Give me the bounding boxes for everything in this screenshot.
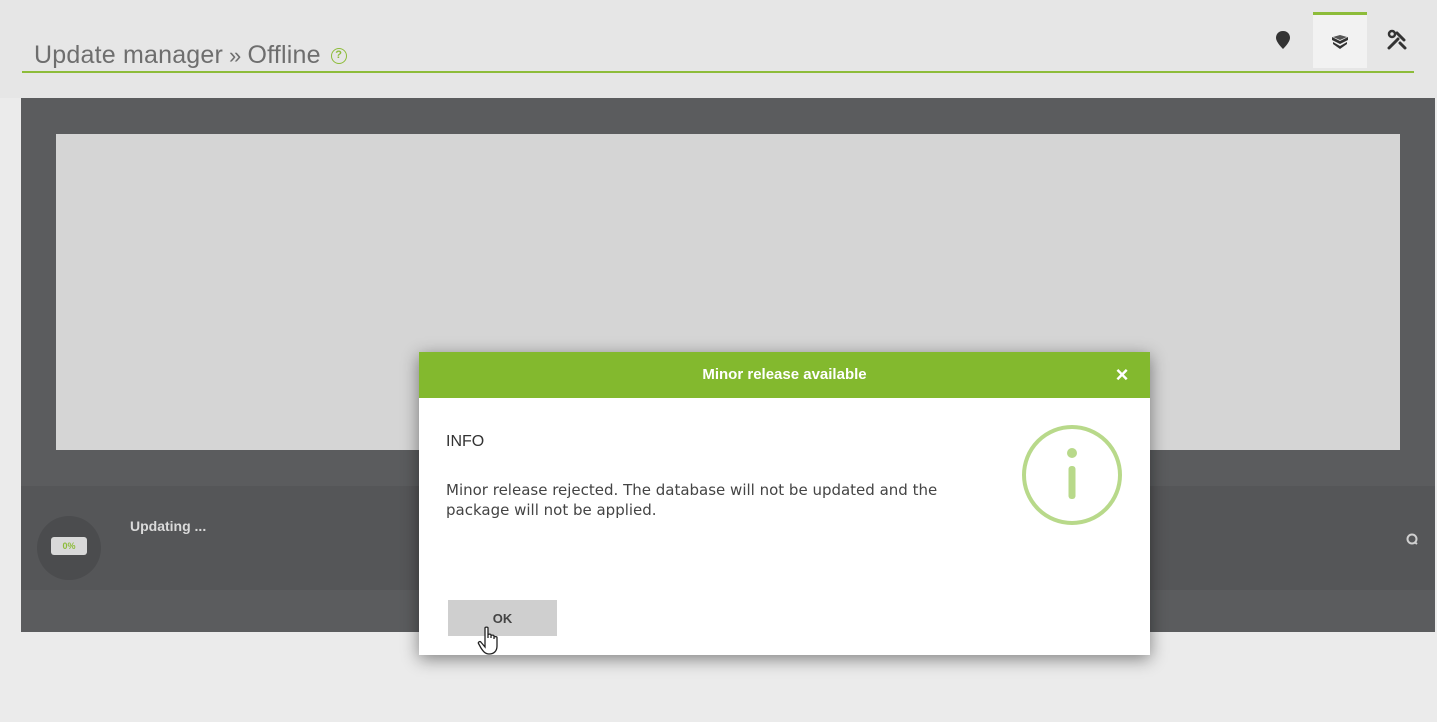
breadcrumb-current: Offline	[247, 41, 321, 69]
package-button[interactable]	[1313, 12, 1367, 68]
dialog-title: Minor release available	[702, 366, 867, 383]
breadcrumb-root[interactable]: Update manager	[34, 41, 223, 70]
dialog-message: Minor release rejected. The database wil…	[446, 481, 938, 519]
question-circle-icon[interactable]: ?	[330, 47, 347, 64]
progress-percent: 0%	[51, 537, 87, 555]
location-pin-icon	[1276, 31, 1290, 49]
location-button[interactable]	[1256, 12, 1310, 68]
dialog-header: Minor release available ×	[419, 352, 1150, 398]
hand-pointer-icon	[477, 626, 498, 655]
update-manager-page: Update manager » Offline ? 0% Updating .…	[0, 0, 1437, 722]
breadcrumb-separator: »	[229, 42, 242, 68]
progress-indicator: 0%	[37, 516, 101, 580]
header-divider	[22, 71, 1414, 73]
package-box-icon	[1332, 34, 1348, 49]
refresh-icon[interactable]	[1405, 532, 1419, 546]
close-icon[interactable]: ×	[1112, 364, 1132, 386]
page-header: Update manager » Offline ?	[0, 0, 1437, 98]
dialog-heading: INFO	[446, 433, 485, 450]
tools-button[interactable]	[1370, 12, 1424, 68]
breadcrumb: Update manager » Offline ?	[34, 41, 347, 70]
info-circle-icon	[1022, 425, 1122, 525]
tools-icon	[1387, 29, 1407, 50]
minor-release-dialog: Minor release available × INFO Minor rel…	[419, 352, 1150, 655]
status-text: Updating ...	[130, 518, 207, 534]
